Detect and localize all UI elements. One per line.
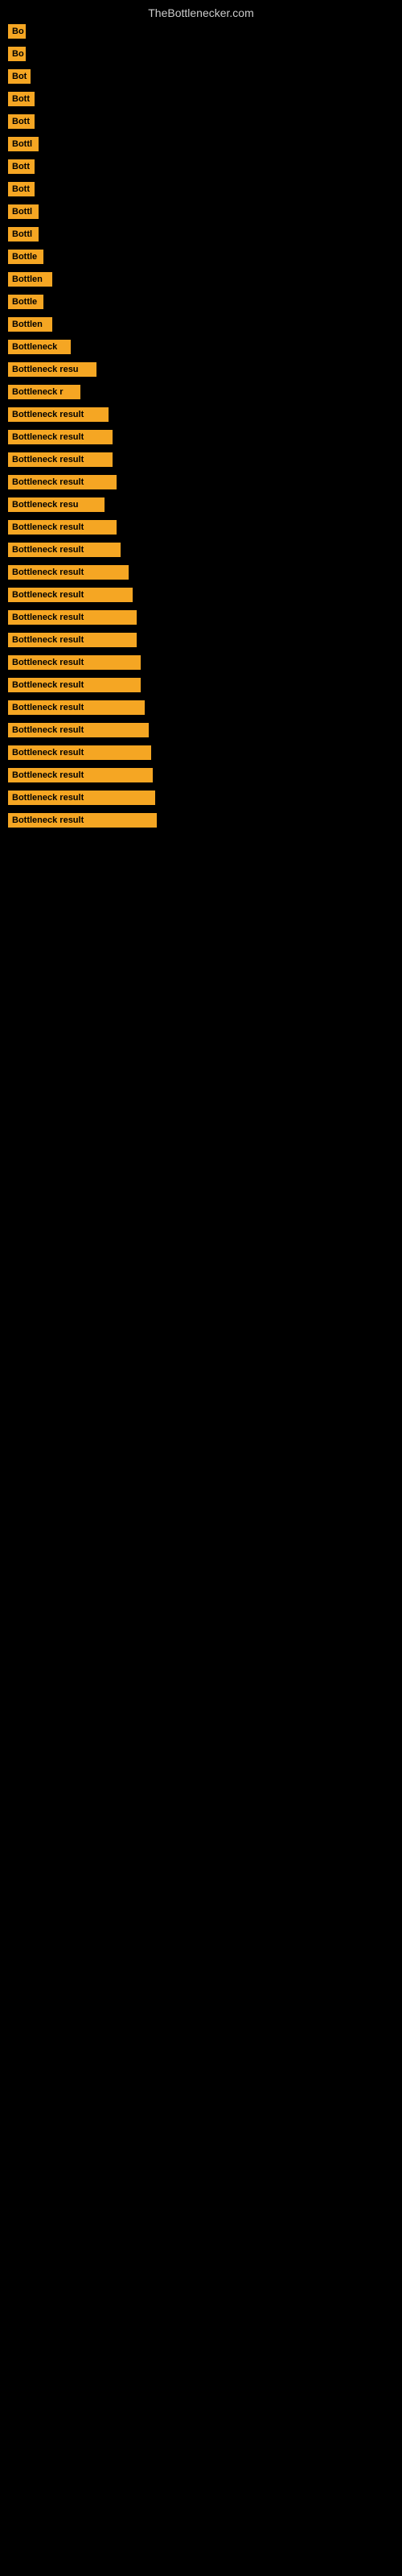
label-box: Bottl: [8, 137, 39, 151]
list-item: Bottleneck resu: [8, 497, 394, 512]
label-box: Bottleneck result: [8, 407, 109, 422]
label-box: Bottleneck result: [8, 745, 151, 760]
list-item: Bottleneck result: [8, 723, 394, 737]
list-item: Bott: [8, 159, 394, 174]
label-box: Bottleneck result: [8, 475, 117, 489]
list-item: Bottleneck result: [8, 700, 394, 715]
list-item: Bott: [8, 182, 394, 196]
list-item: Bottlen: [8, 272, 394, 287]
list-item: Bottle: [8, 295, 394, 309]
list-item: Bottleneck result: [8, 475, 394, 489]
label-box: Bottleneck result: [8, 430, 113, 444]
label-box: Bottlen: [8, 272, 52, 287]
label-box: Bottleneck result: [8, 543, 121, 557]
label-box: Bott: [8, 92, 35, 106]
list-item: Bottleneck result: [8, 407, 394, 422]
label-box: Bott: [8, 159, 35, 174]
list-item: Bottleneck result: [8, 745, 394, 760]
items-container: Bo Bo Bot Bott Bott Bottl Bott Bott Bottl Bottl Bo…: [0, 24, 402, 836]
label-box: Bottleneck result: [8, 565, 129, 580]
label-box: Bottleneck: [8, 340, 71, 354]
label-box: Bottlen: [8, 317, 52, 332]
label-box: Bottleneck resu: [8, 497, 105, 512]
list-item: Bottleneck result: [8, 452, 394, 467]
list-item: Bottl: [8, 204, 394, 219]
label-box: Bottl: [8, 204, 39, 219]
list-item: Bott: [8, 114, 394, 129]
label-box: Bottleneck result: [8, 588, 133, 602]
list-item: Bottleneck resu: [8, 362, 394, 377]
list-item: Bottlen: [8, 317, 394, 332]
label-box: Bottleneck result: [8, 610, 137, 625]
label-box: Bo: [8, 47, 26, 61]
label-box: Bottleneck result: [8, 678, 141, 692]
label-box: Bottleneck resu: [8, 362, 96, 377]
label-box: Bottleneck result: [8, 700, 145, 715]
list-item: Bottleneck result: [8, 678, 394, 692]
list-item: Bo: [8, 47, 394, 61]
list-item: Bottl: [8, 137, 394, 151]
label-box: Bottleneck r: [8, 385, 80, 399]
label-box: Bottle: [8, 250, 43, 264]
list-item: Bottleneck result: [8, 520, 394, 535]
list-item: Bottleneck result: [8, 791, 394, 805]
label-box: Bottleneck result: [8, 723, 149, 737]
label-box: Bott: [8, 114, 35, 129]
list-item: Bottleneck r: [8, 385, 394, 399]
label-box: Bot: [8, 69, 31, 84]
label-box: Bottle: [8, 295, 43, 309]
list-item: Bottleneck result: [8, 633, 394, 647]
list-item: Bottleneck result: [8, 610, 394, 625]
label-box: Bott: [8, 182, 35, 196]
list-item: Bott: [8, 92, 394, 106]
list-item: Bottleneck result: [8, 588, 394, 602]
list-item: Bo: [8, 24, 394, 39]
label-box: Bottleneck result: [8, 791, 155, 805]
list-item: Bottleneck result: [8, 543, 394, 557]
label-box: Bottleneck result: [8, 633, 137, 647]
label-box: Bo: [8, 24, 26, 39]
label-box: Bottleneck result: [8, 452, 113, 467]
label-box: Bottleneck result: [8, 768, 153, 782]
list-item: Bottleneck result: [8, 655, 394, 670]
list-item: Bot: [8, 69, 394, 84]
list-item: Bottleneck result: [8, 430, 394, 444]
label-box: Bottl: [8, 227, 39, 242]
label-box: Bottleneck result: [8, 813, 157, 828]
label-box: Bottleneck result: [8, 655, 141, 670]
list-item: Bottleneck result: [8, 768, 394, 782]
list-item: Bottleneck result: [8, 813, 394, 828]
label-box: Bottleneck result: [8, 520, 117, 535]
list-item: Bottleneck result: [8, 565, 394, 580]
list-item: Bottle: [8, 250, 394, 264]
list-item: Bottl: [8, 227, 394, 242]
site-title: TheBottlenecker.com: [0, 0, 402, 23]
list-item: Bottleneck: [8, 340, 394, 354]
